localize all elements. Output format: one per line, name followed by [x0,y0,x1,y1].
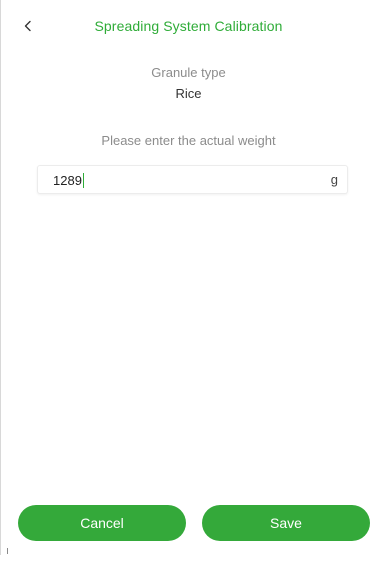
granule-type-value: Rice [175,86,202,101]
left-edge-divider [0,0,1,555]
page-title: Spreading System Calibration [94,18,283,34]
save-button[interactable]: Save [202,505,370,541]
granule-type-label: Granule type [151,65,226,80]
weight-input[interactable]: 1289 g [37,165,348,194]
cancel-button[interactable]: Cancel [18,505,186,541]
weight-input-value: 1289 [53,173,84,188]
cancel-button-label: Cancel [80,515,124,531]
calibration-screen: Spreading System Calibration Granule typ… [0,0,377,585]
save-button-label: Save [270,515,302,531]
text-caret [82,173,84,188]
weight-prompt: Please enter the actual weight [101,133,276,148]
weight-unit-label: g [330,172,338,187]
weight-value-text: 1289 [53,173,82,188]
edge-tick-mark [7,548,8,554]
